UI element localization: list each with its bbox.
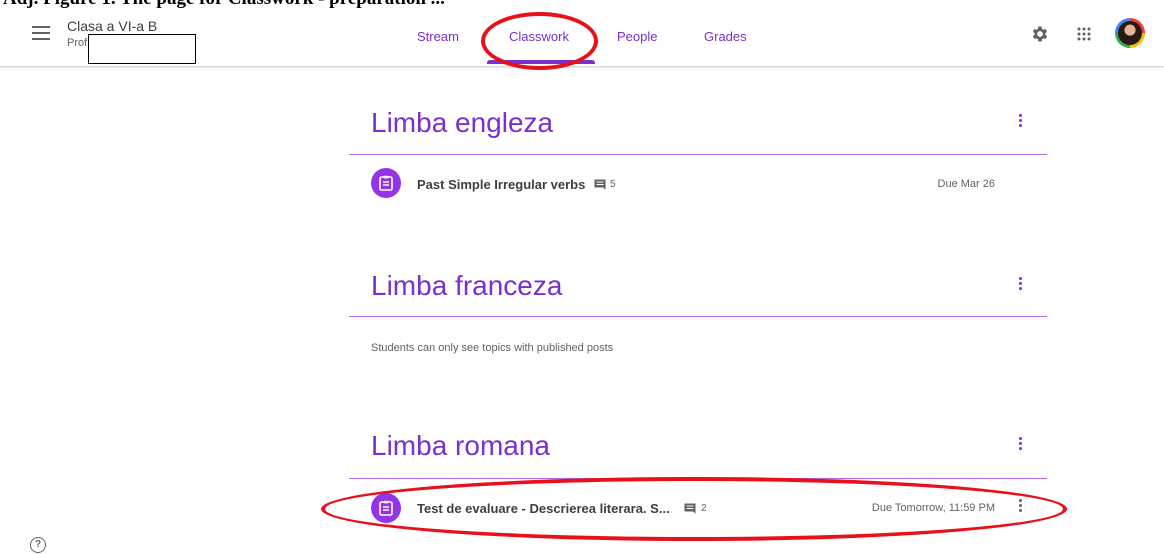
- more-vert-icon[interactable]: [1019, 499, 1023, 514]
- teacher-label: Prof: [67, 37, 88, 49]
- tab-people[interactable]: People: [617, 29, 657, 44]
- topic-title-franceza[interactable]: Limba franceza: [371, 270, 562, 302]
- topic-title-engleza[interactable]: Limba engleza: [371, 107, 553, 139]
- tab-stream[interactable]: Stream: [417, 29, 459, 44]
- due-date: Due Tomorrow, 11:59 PM: [871, 502, 995, 514]
- tab-classwork[interactable]: Classwork: [509, 29, 569, 44]
- active-tab-indicator: [487, 60, 595, 64]
- more-vert-icon[interactable]: [1019, 437, 1023, 452]
- apps-icon[interactable]: [1077, 27, 1091, 46]
- topic-divider: [349, 154, 1047, 155]
- comment-count: 2: [701, 503, 707, 514]
- more-vert-icon[interactable]: [1019, 114, 1023, 129]
- settings-icon[interactable]: [1030, 24, 1050, 49]
- topic-divider: [349, 478, 1047, 479]
- class-name[interactable]: Clasa a VI-a B: [67, 18, 157, 34]
- comment-icon: [594, 177, 606, 195]
- avatar[interactable]: [1115, 18, 1145, 48]
- topic-divider: [349, 316, 1047, 317]
- help-icon[interactable]: ?: [30, 537, 46, 553]
- comment-count: 5: [610, 179, 616, 190]
- topic-title-romana[interactable]: Limba romana: [371, 430, 550, 462]
- menu-icon[interactable]: [32, 26, 50, 40]
- more-vert-icon[interactable]: [1019, 277, 1023, 292]
- comment-icon: [684, 501, 696, 519]
- assignment-title[interactable]: Test de evaluare - Descrierea literara. …: [417, 501, 670, 516]
- assignment-icon: [371, 168, 401, 198]
- tab-grades[interactable]: Grades: [704, 29, 747, 44]
- empty-topic-note: Students can only see topics with publis…: [371, 342, 614, 354]
- redaction-box: [88, 34, 196, 64]
- due-date: Due Mar 26: [937, 178, 995, 190]
- assignment-title[interactable]: Past Simple Irregular verbs: [417, 177, 585, 192]
- assignment-icon: [371, 493, 401, 523]
